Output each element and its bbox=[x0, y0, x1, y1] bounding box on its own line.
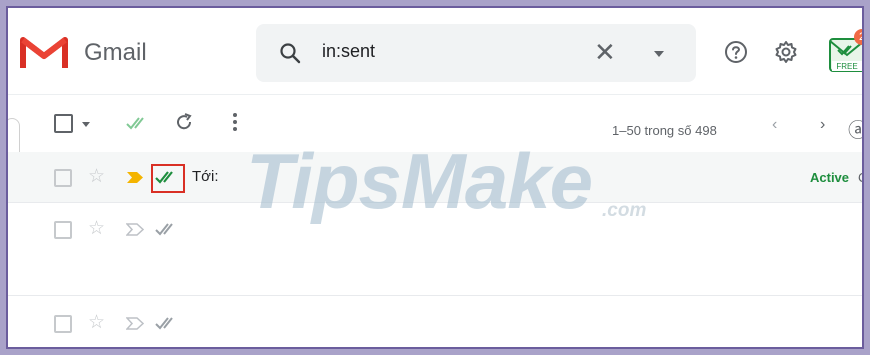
refresh-icon[interactable] bbox=[174, 112, 194, 132]
star-icon[interactable]: ☆ bbox=[88, 217, 105, 240]
star-icon[interactable]: ☆ bbox=[88, 165, 105, 188]
select-dropdown-icon[interactable] bbox=[82, 122, 90, 127]
chevron-left-icon[interactable]: ‹ bbox=[772, 116, 777, 134]
row-checkbox[interactable] bbox=[54, 315, 72, 333]
row-checkbox[interactable] bbox=[54, 169, 72, 187]
double-tick-icon[interactable] bbox=[126, 116, 148, 130]
extension-icon[interactable]: FREE 2 bbox=[828, 29, 862, 75]
list-item[interactable]: ☆ bbox=[8, 296, 862, 347]
pagination-label: 1–50 trong số 498 bbox=[612, 123, 717, 138]
search-options-icon[interactable] bbox=[654, 51, 664, 57]
notification-badge: 2 bbox=[854, 29, 862, 45]
star-icon[interactable]: ☆ bbox=[88, 311, 105, 334]
status-badge: Active bbox=[810, 170, 850, 185]
search-input[interactable]: in:sent bbox=[322, 41, 375, 62]
highlight-box bbox=[151, 164, 185, 193]
more-vert-icon[interactable] bbox=[232, 112, 238, 132]
double-tick-icon[interactable] bbox=[154, 315, 180, 331]
recipient-label: Tới: bbox=[192, 168, 219, 185]
important-marker-icon[interactable] bbox=[126, 317, 144, 330]
select-all-checkbox-icon[interactable] bbox=[54, 114, 73, 133]
status-trailing-text: C bbox=[858, 170, 862, 185]
search-bar[interactable]: in:sent ✕ bbox=[256, 24, 696, 82]
gmail-window: Gmail in:sent ✕ FREE 1–50 trong số 498 ‹… bbox=[6, 6, 864, 349]
chevron-right-icon[interactable]: › bbox=[820, 116, 825, 134]
input-tools-icon[interactable]: ⓐ bbox=[848, 114, 862, 143]
watermark: TipsMake bbox=[246, 137, 593, 225]
search-icon[interactable] bbox=[278, 41, 302, 65]
extension-label: FREE bbox=[836, 62, 857, 71]
row-checkbox[interactable] bbox=[54, 221, 72, 239]
important-marker-icon[interactable] bbox=[126, 223, 144, 236]
app-title: Gmail bbox=[84, 39, 147, 66]
settings-icon[interactable] bbox=[774, 40, 798, 64]
gmail-logo-icon[interactable] bbox=[20, 32, 68, 70]
important-marker-icon[interactable] bbox=[126, 171, 144, 184]
help-icon[interactable] bbox=[724, 40, 748, 64]
top-bar: Gmail in:sent ✕ FREE bbox=[8, 8, 862, 92]
watermark-suffix: .com bbox=[602, 200, 647, 221]
clear-icon[interactable]: ✕ bbox=[594, 37, 616, 68]
double-tick-icon[interactable] bbox=[154, 221, 180, 237]
